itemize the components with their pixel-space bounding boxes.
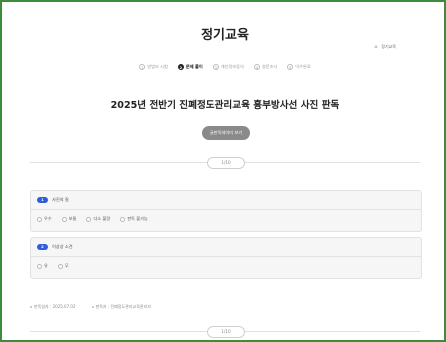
question-number-badge: 1 (37, 197, 48, 203)
question-header: 1 사진의 질 (37, 197, 69, 203)
page-title: 정기교육 (201, 28, 249, 43)
bullet-icon (30, 306, 32, 308)
radio-button[interactable] (37, 263, 42, 269)
step-label: 방법보 시험 (147, 64, 168, 69)
question-text: 이상상 소견 (52, 244, 73, 249)
step-2: 2 문제 풀이 (177, 64, 203, 70)
breadcrumb-label: 정기교육 (381, 44, 396, 49)
question-text: 사진의 질 (52, 197, 69, 202)
option-label: 유 (44, 263, 48, 268)
radio-button[interactable] (120, 216, 126, 222)
option-label: 보통 (68, 216, 77, 221)
option-yes[interactable]: 유 (37, 263, 48, 269)
page-indicator-bottom: 1/10 (207, 326, 245, 338)
step-3: 3 개인정보동의 (212, 64, 244, 70)
option-excellent[interactable]: 우수 (37, 216, 52, 222)
step-number: 5 (287, 64, 294, 70)
question-card-1: 1 사진의 질 우수 보통 다소 불량 판독 불가능 (30, 190, 422, 232)
option-label: 우수 (44, 216, 52, 221)
question-card-2: 2 이상상 소견 유 무 (30, 237, 422, 279)
step-label: 개인정보동의 (220, 64, 244, 69)
option-somewhat-poor[interactable]: 다소 불량 (86, 216, 110, 222)
step-4: 4 설문조사 (253, 64, 278, 70)
radio-button[interactable] (61, 216, 67, 222)
question-header: 2 이상상 소견 (37, 244, 73, 250)
progress-steps: 1 방법보 시험 2 문제 풀이 3 개인정보동의 4 설문조사 5 이수완료 (30, 64, 420, 70)
step-label: 설문조사 (261, 64, 278, 69)
option-unreadable[interactable]: 판독 불가능 (120, 216, 148, 222)
page-frame: 정기교육 ⌂ 정기교육 1 방법보 시험 2 문제 풀이 3 개인정보동의 4 … (0, 0, 446, 342)
option-no[interactable]: 무 (57, 263, 69, 269)
reading-date: 판독일자 : 2025.07.02 (30, 304, 76, 310)
answer-options: 유 무 (37, 263, 69, 269)
option-label: 무 (64, 263, 69, 268)
step-number: 1 (139, 64, 146, 70)
option-normal[interactable]: 보통 (61, 216, 77, 222)
reader-name-label: 판독자 : 진폐정도관리교육관리자 (95, 304, 151, 309)
breadcrumb[interactable]: ⌂ 정기교육 (374, 44, 396, 50)
bullet-icon (91, 306, 94, 308)
exam-subject-heading: 2025년 전반기 진폐정도관리교육 흉부방사선 사진 판독 (110, 100, 340, 111)
step-number: 3 (212, 64, 219, 70)
radio-button[interactable] (57, 263, 63, 269)
content-area: 정기교육 ⌂ 정기교육 1 방법보 시험 2 문제 풀이 3 개인정보동의 4 … (30, 14, 422, 340)
divider (31, 209, 421, 210)
reader-name: 판독자 : 진폐정도관리교육관리자 (91, 304, 151, 310)
radio-button[interactable] (37, 216, 42, 222)
page-indicator-top: 1/10 (207, 157, 245, 169)
image-preview-button[interactable]: 글판독데이미 보기 (202, 126, 250, 140)
option-label: 판독 불가능 (127, 216, 148, 221)
step-1: 1 방법보 시험 (139, 64, 168, 70)
step-number: 4 (253, 64, 260, 70)
step-label: 이수완료 (295, 64, 311, 69)
answer-options: 우수 보통 다소 불량 판독 불가능 (37, 216, 148, 222)
radio-button[interactable] (86, 216, 92, 222)
home-icon: ⌂ (374, 43, 378, 50)
step-5: 5 이수완료 (287, 64, 311, 70)
question-number-badge: 2 (37, 244, 48, 250)
option-label: 다소 불량 (93, 216, 111, 221)
divider (31, 256, 421, 257)
reading-date-label: 판독일자 : 2025.07.02 (34, 304, 76, 309)
reading-meta: 판독일자 : 2025.07.02 판독자 : 진폐정도관리교육관리자 (30, 304, 151, 310)
step-label: 문제 풀이 (185, 64, 203, 69)
step-number: 2 (177, 64, 184, 70)
